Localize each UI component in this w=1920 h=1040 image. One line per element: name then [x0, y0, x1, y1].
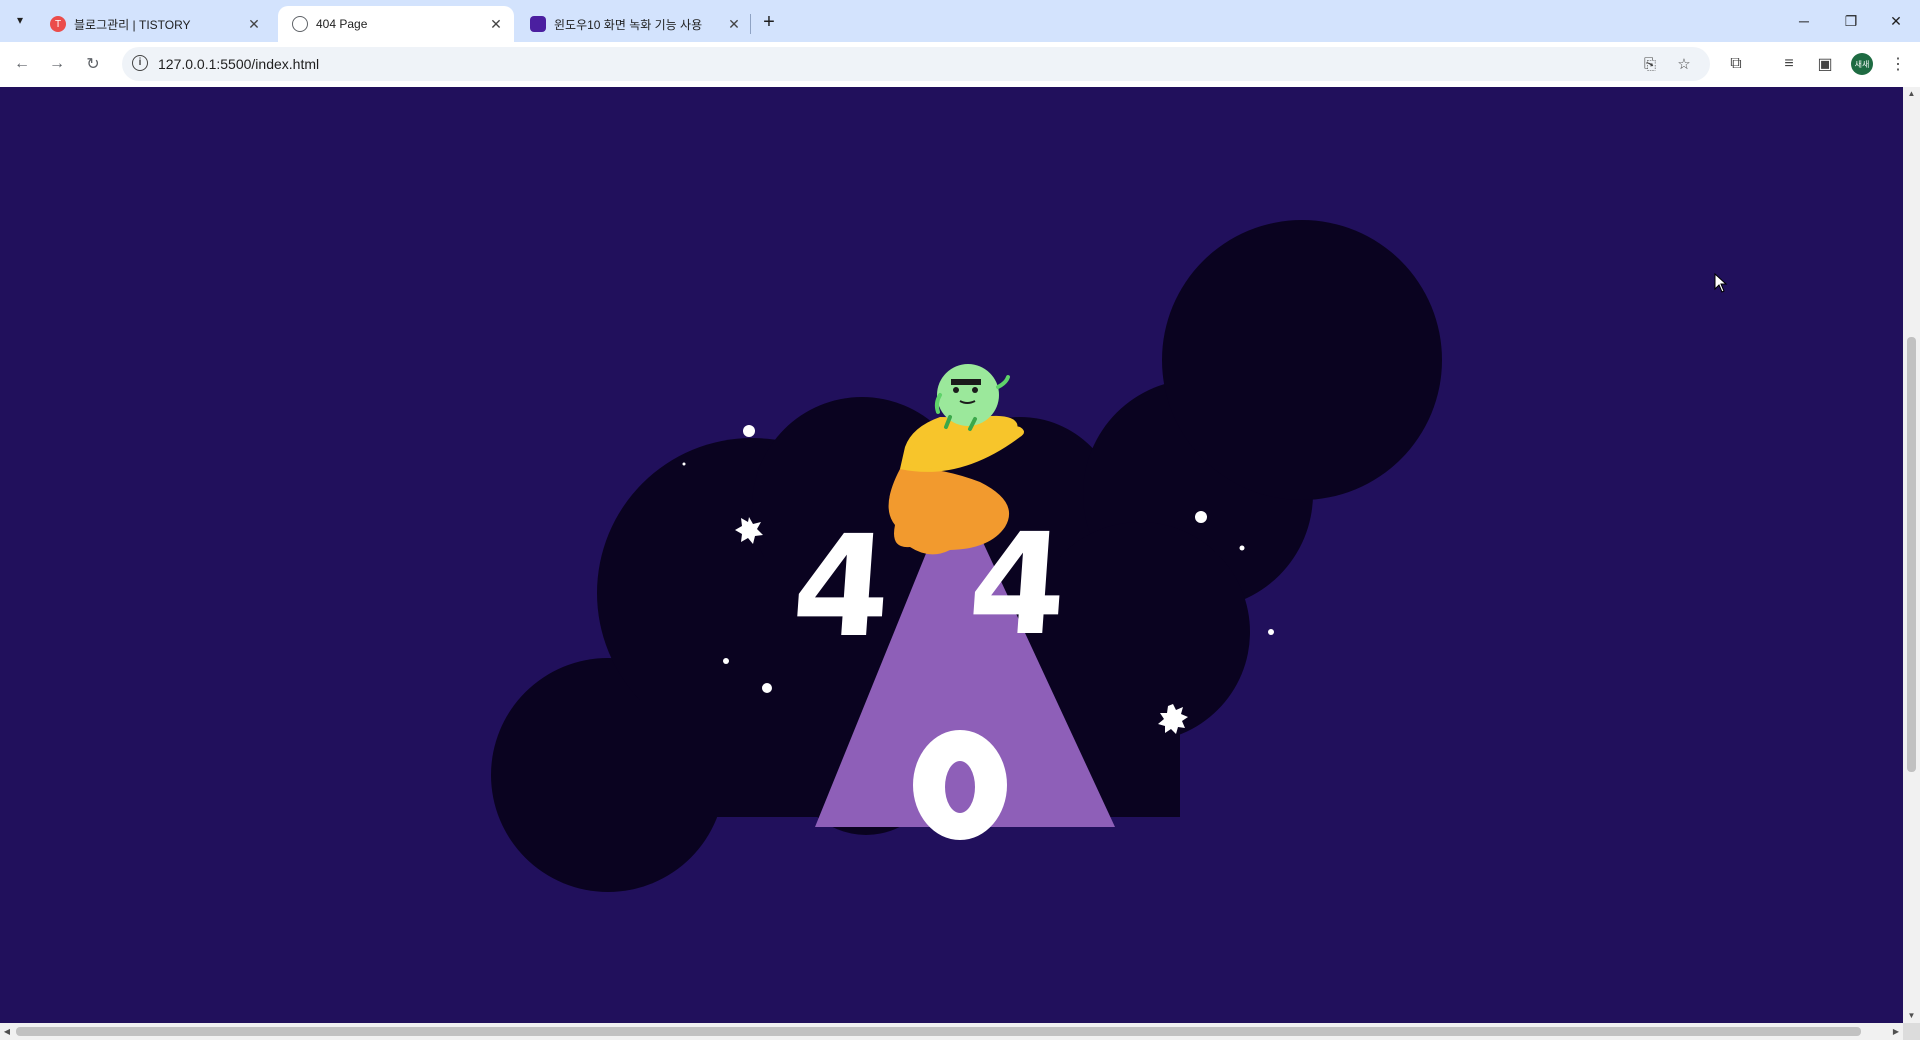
- tab-strip: ▾ T 블로그관리 | TISTORY ✕ 404 Page ✕ 윈도우10 화…: [0, 0, 1920, 42]
- back-button[interactable]: ←: [8, 50, 36, 78]
- side-panel-button[interactable]: ▣: [1811, 50, 1839, 78]
- site-info-icon[interactable]: i: [132, 55, 148, 71]
- browser-toolbar: ← → ↻ i 127.0.0.1:5500/index.html ⎘ ☆ ⧉ …: [0, 42, 1920, 88]
- cloud-blob: [1162, 220, 1442, 500]
- alien-brow: [951, 379, 981, 385]
- forward-button[interactable]: →: [43, 50, 71, 78]
- vertical-scroll-thumb[interactable]: [1907, 337, 1916, 772]
- digit-four-left: 4: [787, 506, 896, 669]
- tab-separator: [750, 14, 751, 34]
- tab-search-button[interactable]: ▾: [8, 8, 32, 32]
- restore-button[interactable]: ❐: [1831, 8, 1871, 34]
- purple-app-icon: [530, 16, 546, 32]
- tab-404-page[interactable]: 404 Page ✕: [278, 6, 514, 42]
- star-dot: [762, 683, 772, 693]
- tab-title: 윈도우10 화면 녹화 기능 사용: [554, 17, 703, 32]
- arrow-right-icon: →: [49, 55, 65, 72]
- scroll-up-arrow-icon[interactable]: ▲: [1903, 87, 1920, 101]
- scrollbar-corner: [1903, 1023, 1920, 1040]
- star-dot: [1239, 545, 1245, 551]
- address-bar[interactable]: i 127.0.0.1:5500/index.html ⎘ ☆: [122, 47, 1710, 81]
- plus-icon: +: [763, 10, 775, 33]
- profile-avatar[interactable]: 새새: [1851, 53, 1873, 75]
- reload-icon: ↻: [86, 56, 100, 73]
- more-vertical-icon: ⋮: [1890, 56, 1906, 73]
- url-text[interactable]: 127.0.0.1:5500/index.html: [158, 56, 319, 72]
- star-dot: [1268, 629, 1274, 635]
- minimize-icon: ─: [1799, 13, 1809, 29]
- alien-eye: [972, 387, 978, 393]
- chevron-down-icon: ▾: [16, 13, 24, 27]
- digit-zero-hole: [945, 761, 975, 813]
- arrow-left-icon: ←: [14, 55, 30, 72]
- media-controls-button[interactable]: ≡: [1775, 50, 1803, 78]
- tab-title: 404 Page: [316, 17, 368, 31]
- tistory-favicon-icon: T: [50, 16, 66, 32]
- extensions-button[interactable]: ⧉: [1722, 50, 1750, 78]
- 404-illustration: 4 4: [491, 220, 1442, 892]
- restore-icon: ❐: [1844, 12, 1858, 29]
- close-icon: ✕: [1890, 12, 1902, 29]
- playlist-icon: ≡: [1784, 55, 1794, 72]
- window-close-button[interactable]: ✕: [1876, 8, 1916, 34]
- star-icon[interactable]: ☆: [1674, 54, 1694, 74]
- scroll-left-arrow-icon[interactable]: ◀: [0, 1023, 14, 1040]
- vertical-scrollbar[interactable]: ▲ ▼: [1903, 87, 1920, 1023]
- menu-button[interactable]: ⋮: [1884, 50, 1912, 78]
- alien-eye: [953, 387, 959, 393]
- close-icon[interactable]: ✕: [726, 16, 742, 33]
- close-icon[interactable]: ✕: [246, 16, 262, 33]
- horizontal-scroll-thumb[interactable]: [16, 1027, 1861, 1036]
- translate-icon[interactable]: ⎘: [1640, 54, 1660, 74]
- minimize-button[interactable]: ─: [1784, 8, 1824, 34]
- horizontal-scrollbar[interactable]: ◀ ▶: [0, 1023, 1903, 1040]
- close-icon[interactable]: ✕: [488, 16, 504, 33]
- side-panel-icon: ▣: [1817, 56, 1833, 73]
- puzzle-icon: ⧉: [1730, 55, 1742, 72]
- globe-icon: [292, 16, 308, 32]
- reload-button[interactable]: ↻: [79, 50, 107, 78]
- star-dot: [682, 462, 686, 466]
- tab-title: 블로그관리 | TISTORY: [74, 17, 191, 32]
- alien-arm: [996, 375, 1010, 389]
- tab-windows-recording[interactable]: 윈도우10 화면 녹화 기능 사용 ✕: [516, 6, 752, 42]
- tab-tistory[interactable]: T 블로그관리 | TISTORY ✕: [36, 6, 272, 42]
- alien-head: [937, 364, 999, 426]
- scroll-right-arrow-icon[interactable]: ▶: [1889, 1023, 1903, 1040]
- scroll-down-arrow-icon[interactable]: ▼: [1903, 1009, 1920, 1023]
- page-viewport: 4 4: [0, 87, 1903, 1023]
- new-tab-button[interactable]: +: [755, 8, 783, 36]
- star-dot: [1195, 511, 1207, 523]
- star-dot: [743, 425, 755, 437]
- star-dot: [723, 658, 729, 664]
- mouse-cursor-icon: [1714, 273, 1728, 293]
